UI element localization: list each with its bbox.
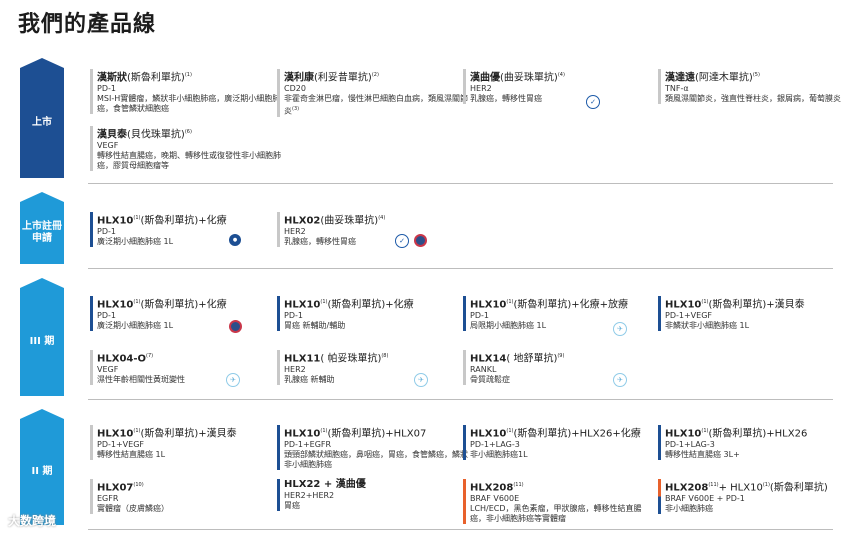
globe-icon: ✈ [613,322,627,336]
product-card: 漢曲優(曲妥珠單抗)(4) HER2 乳腺癌，轉移性胃癌 [463,69,655,105]
product-card: HLX02(曲妥珠單抗)(4) HER2 乳腺癌，轉移性胃癌 [277,212,469,248]
product-card: HLX04-O(7) VEGF 濕性年齡相關性黃斑變性 [90,350,282,386]
product-card: HLX10(1)(斯魯利單抗)+HLX26+化療 PD-1+LAG-3 非小細胞肺… [463,425,655,461]
product-card: HLX10(1)(斯魯利單抗)+化療 PD-1 廣泛期小細胞肺癌 1L [90,296,282,332]
divider-phase3 [88,399,833,400]
stage-phase2-peak [20,409,64,419]
product-card: 漢利康(利妥昔單抗)(2) CD20 非霍奇金淋巴瘤，慢性淋巴細胞白血病，類風濕關… [277,69,469,117]
check-icon: ✓ [395,234,409,248]
product-card: HLX10(1)(斯魯利單抗)+HLX26 PD-1+LAG-3 轉移性結直腸癌 … [658,425,850,461]
product-card: HLX22 + 漢曲優 HER2+HER2 胃癌 [277,479,469,511]
product-card: HLX10(1)(斯魯利單抗)+HLX07 PD-1+EGFR 頭頸部鱗狀細胞癌，… [277,425,469,471]
globe-icon: ✈ [414,373,428,387]
award-ribbon-icon [414,234,427,247]
product-card: 漢貝泰(貝伐珠單抗)(6) VEGF 轉移性結直腸癌，晚期、轉移性或復發性非小細胞… [90,126,282,172]
product-card: 漢斯狀(斯魯利單抗)(1) PD-1 MSI-H實體瘤，鱗狀非小細胞肺癌，廣泛期小… [90,69,282,115]
product-card: HLX208(11) BRAF V600E LCH/ECD，黑色素瘤，甲狀腺癌，轉… [463,479,655,525]
product-card: HLX10(1)(斯魯利單抗)+化療 PD-1 胃癌 新輔助/輔助 [277,296,469,332]
stage-launched: 上市 [20,68,64,178]
stage-phase3-peak [20,278,64,288]
globe-icon: ✈ [613,373,627,387]
product-card: 漢達遠(阿達木單抗)(5) TNF-α 類風濕關節炎，強直性脊柱炎，銀屑病，葡萄膜… [658,69,850,105]
stage-nda: 上市註冊 申請 [20,202,64,264]
award-ribbon-icon [229,320,242,333]
product-card: HLX10(1)(斯魯利單抗)+漢貝泰 PD-1+VEGF 非鱗狀非小細胞肺癌 1… [658,296,850,332]
product-card: HLX07(10) EGFR 實體瘤（皮膚鱗癌） [90,479,282,515]
stage-launched-peak [20,58,64,68]
globe-icon: ✈ [226,373,240,387]
watermark: 大数跨境 [8,514,57,528]
stage-nda-peak [20,192,64,202]
divider-nda [88,268,833,269]
divider-launched [88,183,833,184]
divider-phase2 [88,529,833,530]
check-icon: ✓ [586,95,600,109]
page-title: 我們的產品線 [18,12,157,37]
stage-phase2: II 期 [20,419,64,525]
product-card: HLX11( 帕妥珠單抗)(8) HER2 乳腺癌 新輔助 [277,350,469,386]
product-card: HLX10(1)(斯魯利單抗)+漢貝泰 PD-1+VEGF 轉移性結直腸癌 1L [90,425,282,461]
medal-icon: ● [229,234,241,246]
product-card: HLX208(11)+ HLX10(1)(斯魯利單抗) BRAF V600E +… [658,479,850,515]
stage-phase3: III 期 [20,288,64,396]
product-card: HLX10(1)(斯魯利單抗)+化療 PD-1 廣泛期小細胞肺癌 1L [90,212,282,248]
